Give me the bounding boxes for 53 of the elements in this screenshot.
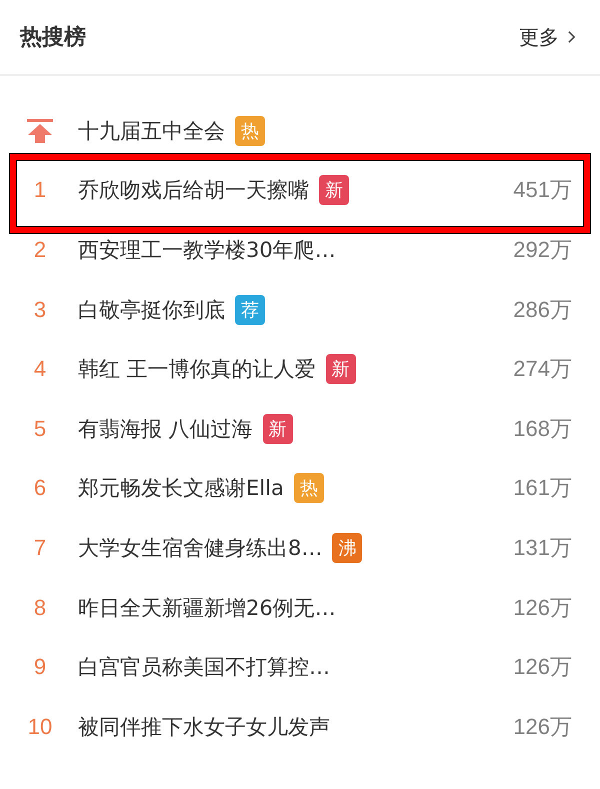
rank-number: 10 xyxy=(28,714,52,740)
rank-number: 4 xyxy=(34,356,46,382)
hot-search-item[interactable]: 1 乔欣吻戏后给胡一天擦嘴 新 451万 xyxy=(20,160,580,220)
rank-number: 8 xyxy=(34,594,46,621)
item-title[interactable]: 西安理工一教学楼30年爬… xyxy=(78,236,336,264)
item-title[interactable]: 有翡海报 八仙过海 xyxy=(78,414,253,443)
item-title[interactable]: 郑元畅发长文感谢Ella xyxy=(78,474,284,502)
hot-search-item[interactable]: 10 被同伴推下水女子女儿发声 126万 xyxy=(20,696,580,757)
item-title[interactable]: 被同伴推下水女子女儿发声 xyxy=(78,712,330,741)
hot-search-item[interactable]: 9 白宫官员称美国不打算控… 126万 xyxy=(20,637,580,697)
search-count: 451万 xyxy=(513,176,572,204)
item-title[interactable]: 白敬亭挺你到底 xyxy=(78,296,225,324)
more-link[interactable]: 更多 xyxy=(519,24,576,50)
tag-label: 热 xyxy=(235,116,265,146)
search-count: 126万 xyxy=(513,594,572,622)
tag-label: 新 xyxy=(319,175,349,206)
item-title[interactable]: 白宫官员称美国不打算控… xyxy=(78,653,330,682)
hot-search-item[interactable]: 5 有翡海报 八仙过海 新 168万 xyxy=(20,398,580,459)
item-title[interactable]: 大学女生宿舍健身练出8… xyxy=(78,534,322,562)
search-count: 126万 xyxy=(513,712,572,741)
panel-title: 热搜榜 xyxy=(20,24,86,52)
search-count: 161万 xyxy=(513,474,572,502)
search-count: 286万 xyxy=(513,296,572,324)
item-title[interactable]: 昨日全天新疆新增26例无… xyxy=(78,594,336,622)
hot-search-item[interactable]: 7 大学女生宿舍健身练出8… 沸 131万 xyxy=(20,518,580,578)
search-count: 274万 xyxy=(513,355,572,384)
rank-number: 7 xyxy=(34,534,46,561)
rank-number: 5 xyxy=(34,416,46,442)
chevron-right-icon xyxy=(567,30,576,44)
item-title[interactable]: 十九届五中全会 xyxy=(78,116,225,145)
rank-number: 9 xyxy=(34,654,46,680)
tag-label: 沸 xyxy=(332,532,362,563)
search-count: 168万 xyxy=(513,414,572,443)
hot-search-item[interactable]: 十九届五中全会 热 xyxy=(20,101,580,161)
pin-to-top-icon xyxy=(27,118,53,143)
search-count: 131万 xyxy=(513,534,572,562)
hot-search-item[interactable]: 4 韩红 王一博你真的让人爱 新 274万 xyxy=(20,339,580,399)
hot-search-item[interactable]: 2 西安理工一教学楼30年爬… 292万 xyxy=(20,220,580,280)
rank-number: 2 xyxy=(34,236,46,263)
tag-label: 新 xyxy=(326,354,356,384)
item-title[interactable]: 乔欣吻戏后给胡一天擦嘴 xyxy=(78,176,309,204)
search-count: 126万 xyxy=(513,653,572,682)
item-title[interactable]: 韩红 王一博你真的让人爱 xyxy=(78,355,316,384)
hot-search-item[interactable]: 6 郑元畅发长文感谢Ella 热 161万 xyxy=(20,458,580,518)
tag-label: 热 xyxy=(294,473,324,504)
tag-label: 新 xyxy=(262,414,293,444)
hot-search-item[interactable]: 3 白敬亭挺你到底 荐 286万 xyxy=(20,280,580,340)
tag-label: 荐 xyxy=(235,294,265,325)
search-count: 292万 xyxy=(513,236,572,264)
rank-number: 1 xyxy=(34,177,46,204)
rank-number: 3 xyxy=(34,296,46,323)
rank-number: 6 xyxy=(34,475,46,502)
hot-search-item[interactable]: 8 昨日全天新疆新增26例无… 126万 xyxy=(20,578,580,638)
